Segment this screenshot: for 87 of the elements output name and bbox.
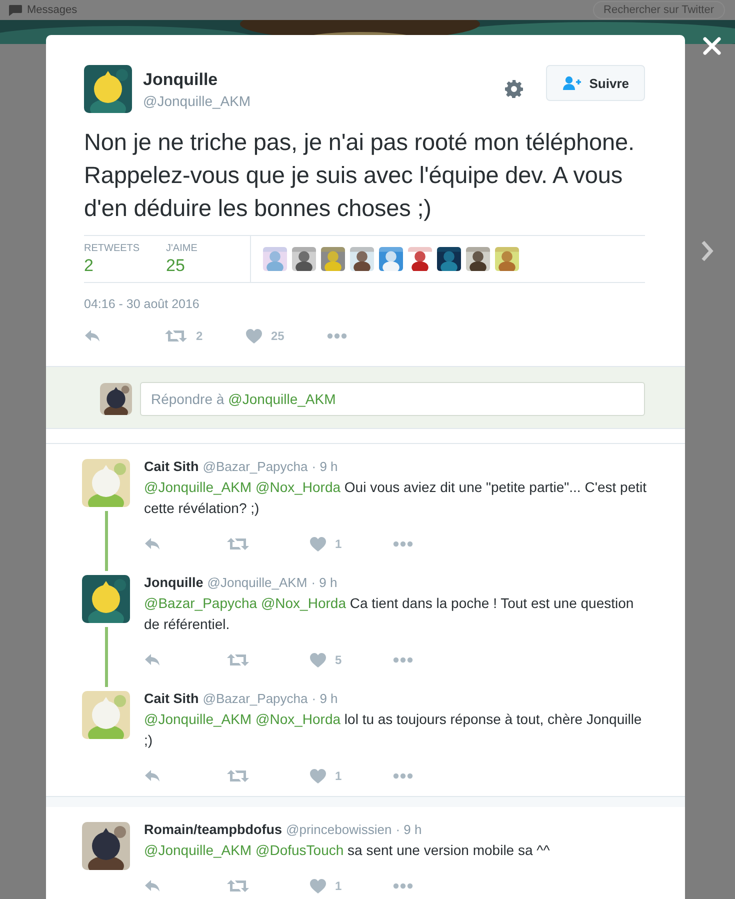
search-field[interactable]: Rechercher sur Twitter [592, 1, 725, 19]
avatar [84, 65, 132, 113]
reply-text: @Bazar_Papycha @Nox_Horda Ca tient dans la poche ! Tout est une question de référentiel. [144, 594, 635, 634]
follow-button[interactable]: Suivre [546, 65, 645, 101]
retweet-button[interactable] [227, 769, 249, 783]
add-user-icon [563, 76, 582, 90]
retweet-icon [165, 329, 187, 343]
user-name[interactable]: Cait Sith [144, 459, 199, 474]
user-name[interactable]: Romain/teampbdofus [144, 822, 282, 837]
reply-text: @Jonquille_AKM @Nox_Horda Oui vous aviez dit une "petite partie"... C'est petit cette révélation? ;) [144, 478, 647, 518]
reply-icon [144, 537, 161, 551]
author-handle[interactable]: @Jonquille_AKM [143, 92, 494, 108]
retweet-button[interactable] [227, 653, 249, 667]
messages-icon[interactable] [8, 4, 22, 16]
retweet-button[interactable]: 2 [165, 329, 203, 343]
more-icon [393, 883, 413, 889]
reply-icon [144, 653, 161, 667]
mention-link[interactable]: @Nox_Horda [256, 711, 341, 727]
like-button[interactable]: 1 [310, 878, 342, 894]
chevron-right-icon[interactable] [700, 240, 714, 262]
reply-button[interactable] [144, 769, 161, 783]
tweet-timestamp[interactable]: 04:16 - 30 août 2016 [84, 297, 645, 311]
retweet-icon [227, 653, 249, 667]
user-handle[interactable]: @Bazar_Papycha [202, 459, 308, 474]
reply-button[interactable] [144, 653, 161, 667]
reply-text: @Jonquille_AKM @DofusTouch sa sent une version mobile sa ^^ [144, 841, 551, 860]
heart-icon [310, 652, 326, 668]
reply-icon [144, 769, 161, 783]
user-name[interactable]: Jonquille [144, 575, 204, 590]
reply-button[interactable] [84, 329, 101, 343]
more-button[interactable] [393, 541, 413, 547]
mention-link[interactable]: @Bazar_Papycha [144, 595, 258, 611]
reply-button[interactable] [144, 537, 161, 551]
mention-link[interactable]: @DofusTouch [256, 842, 344, 858]
author-name[interactable]: Jonquille [143, 70, 494, 90]
reply-icon [84, 329, 101, 343]
stat-value[interactable]: 2 [84, 256, 166, 276]
heart-icon [310, 536, 326, 552]
tweet-text: Non je ne triche pas, je n'ai pas rooté mon téléphone. Rappelez-vous que je suis avec l'équipe dev. A vous d'en déduire les bonnes choses ;) [84, 128, 636, 223]
mention-link[interactable]: @Nox_Horda [256, 479, 341, 495]
reply-button[interactable] [144, 879, 161, 893]
mention-link[interactable]: @Jonquille_AKM [144, 711, 252, 727]
like-button[interactable]: 25 [246, 328, 284, 344]
heart-icon [246, 328, 262, 344]
retweet-icon [227, 879, 249, 893]
more-button[interactable] [327, 333, 347, 339]
retweet-button[interactable] [227, 537, 249, 551]
reply-icon [144, 879, 161, 893]
mention-link[interactable]: @Jonquille_AKM [144, 842, 252, 858]
nav-item[interactable]: Messages [27, 4, 78, 16]
more-icon [393, 541, 413, 547]
avatar [82, 822, 130, 870]
settings-icon[interactable] [505, 80, 524, 98]
user-name[interactable]: Cait Sith [144, 691, 199, 706]
more-button[interactable] [393, 773, 413, 779]
like-button[interactable]: 1 [310, 768, 342, 784]
retweet-icon [227, 769, 249, 783]
stat-label: RETWEETS [84, 242, 141, 254]
avatar [82, 459, 130, 507]
reply-field[interactable]: Répondre à @Jonquille_AKM [140, 382, 645, 416]
user-handle[interactable]: @princebowissien [286, 822, 392, 837]
reply-time[interactable]: · 9 h [396, 822, 422, 837]
avatar [82, 575, 130, 623]
more-button[interactable] [393, 657, 413, 663]
user-handle[interactable]: @Jonquille_AKM [207, 575, 308, 590]
more-icon [393, 657, 413, 663]
reply-text: @Jonquille_AKM @Nox_Horda lol tu as toujours réponse à tout, chère Jonquille ;) [144, 710, 643, 750]
retweet-icon [227, 537, 249, 551]
close-icon[interactable] [703, 37, 721, 55]
stat-value[interactable]: 25 [166, 256, 248, 276]
like-button[interactable]: 5 [310, 652, 342, 668]
stat-label: J'AIME [166, 242, 198, 254]
like-button[interactable]: 1 [310, 536, 342, 552]
user-handle[interactable]: @Bazar_Papycha [202, 691, 308, 706]
retweet-button[interactable] [227, 879, 249, 893]
avatar [82, 691, 130, 739]
mention-link[interactable]: @Nox_Horda [260, 595, 346, 611]
heart-icon [310, 878, 326, 894]
heart-icon [310, 768, 326, 784]
reply-time[interactable]: · 9 h [311, 575, 338, 590]
mention-link[interactable]: @Jonquille_AKM [144, 479, 252, 495]
more-icon [327, 333, 347, 339]
reply-time[interactable]: · 9 h [312, 691, 338, 706]
reply-time[interactable]: · 9 h [312, 459, 338, 474]
more-icon [393, 773, 413, 779]
more-button[interactable] [393, 883, 413, 889]
avatar [100, 383, 132, 415]
